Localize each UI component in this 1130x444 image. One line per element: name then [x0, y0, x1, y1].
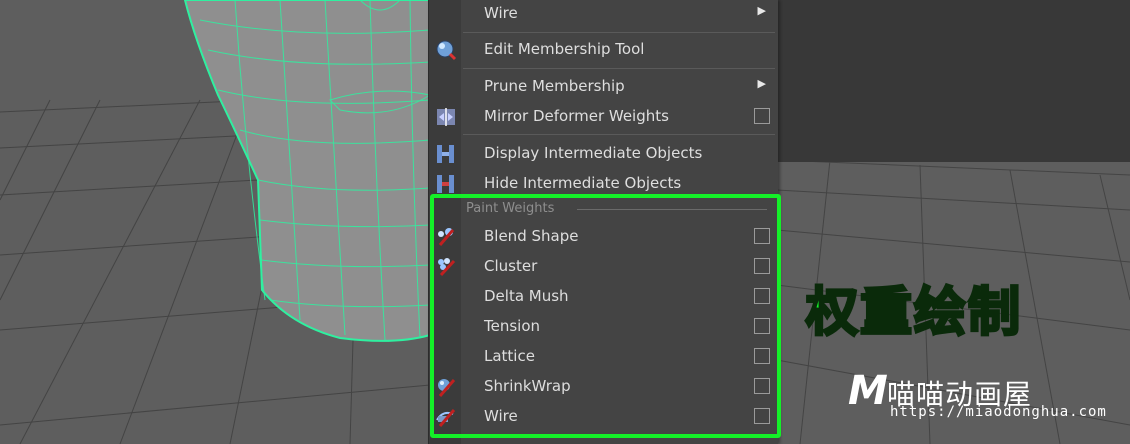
menu-item-label: Blend Shape	[484, 227, 579, 245]
menu-item-label: Prune Membership	[484, 77, 625, 95]
deform-menu: Wire ▶ Edit Membership Tool Prune Member…	[428, 0, 778, 444]
menu-item-label: Tension	[484, 317, 541, 335]
mirror-weights-icon	[437, 108, 455, 126]
menu-item-label: Lattice	[484, 347, 535, 365]
menu-item-wire-submenu[interactable]: Wire ▶	[429, 0, 778, 28]
menu-item-label: Delta Mush	[484, 287, 569, 305]
hide-intermediate-icon	[437, 175, 454, 193]
menu-item-mirror-deformer-weights[interactable]: Mirror Deformer Weights	[429, 103, 778, 131]
menu-separator	[463, 32, 775, 33]
option-box[interactable]	[754, 348, 770, 364]
menu-separator	[463, 68, 775, 69]
menu-item-label: Cluster	[484, 257, 538, 275]
option-box[interactable]	[754, 318, 770, 334]
menu-item-paint-lattice[interactable]: Lattice	[429, 343, 778, 371]
menu-item-edit-membership-tool[interactable]: Edit Membership Tool	[429, 36, 778, 64]
watermark-logo: M	[848, 368, 888, 414]
paint-weights-section-header: Paint Weights	[466, 201, 555, 216]
menu-item-label: Wire	[484, 4, 518, 22]
menu-item-label: ShrinkWrap	[484, 377, 571, 395]
menu-item-paint-tension[interactable]: Tension	[429, 313, 778, 341]
display-intermediate-icon	[437, 145, 454, 163]
menu-item-label: Hide Intermediate Objects	[484, 174, 682, 192]
option-box[interactable]	[754, 108, 770, 124]
menu-item-label: Display Intermediate Objects	[484, 144, 703, 162]
annotation-caption: 权重绘制	[804, 282, 1023, 345]
menu-item-paint-blend-shape[interactable]: Blend Shape	[429, 223, 778, 251]
option-box[interactable]	[754, 378, 770, 394]
paint-brush-icon	[438, 379, 456, 397]
watermark-url: https://miaodonghua.com	[890, 404, 1107, 420]
menu-item-display-intermediate-objects[interactable]: Display Intermediate Objects	[429, 140, 778, 168]
menu-item-label: Wire	[484, 407, 518, 425]
paint-brush-icon	[438, 228, 455, 246]
menu-item-paint-delta-mush[interactable]: Delta Mush	[429, 283, 778, 311]
paint-brush-icon	[436, 409, 456, 427]
submenu-arrow-icon: ▶	[757, 4, 766, 17]
menu-item-paint-cluster[interactable]: Cluster	[429, 253, 778, 281]
menu-item-paint-shrinkwrap[interactable]: ShrinkWrap	[429, 373, 778, 401]
membership-tool-icon	[436, 40, 457, 61]
paint-brush-icon	[438, 258, 456, 277]
option-box[interactable]	[754, 258, 770, 274]
option-box[interactable]	[754, 228, 770, 244]
option-box[interactable]	[754, 408, 770, 424]
menu-item-hide-intermediate-objects[interactable]: Hide Intermediate Objects	[429, 170, 778, 198]
menu-item-prune-membership[interactable]: Prune Membership ▶	[429, 73, 778, 101]
section-divider	[577, 209, 767, 210]
option-box[interactable]	[754, 288, 770, 304]
menu-separator	[463, 134, 775, 135]
menu-item-label: Mirror Deformer Weights	[484, 107, 669, 125]
menu-item-label: Edit Membership Tool	[484, 40, 645, 58]
submenu-arrow-icon: ▶	[757, 77, 766, 90]
menu-item-paint-wire[interactable]: Wire	[429, 403, 778, 431]
